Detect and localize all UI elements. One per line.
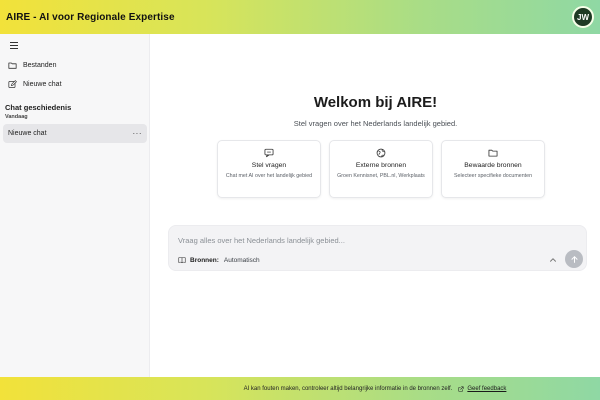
chat-bubble-icon — [264, 148, 274, 158]
card-stel-vragen[interactable]: Stel vragen Chat met AI over het landeli… — [217, 140, 321, 198]
chat-composer: Bronnen: Automatisch — [168, 225, 587, 271]
card-description: Selecteer specifieke documenten — [453, 173, 533, 179]
book-icon — [178, 257, 186, 264]
sidebar: Bestanden Nieuwe chat Chat geschiedenis … — [0, 34, 150, 377]
card-title: Bewaarde bronnen — [464, 162, 522, 169]
feedback-link[interactable]: Geef feedback — [458, 386, 506, 392]
globe-icon — [376, 148, 386, 158]
chat-input[interactable] — [178, 233, 548, 247]
chevron-up-icon[interactable] — [548, 255, 558, 265]
feedback-label: Geef feedback — [467, 385, 507, 392]
sidebar-item-label: Bestanden — [23, 62, 57, 69]
user-avatar[interactable]: JW — [572, 6, 594, 28]
send-button[interactable] — [565, 250, 583, 268]
sidebar-item-bestanden[interactable]: Bestanden — [8, 61, 56, 70]
sidebar-item-label: Nieuwe chat — [23, 81, 62, 88]
app-title: AIRE - AI voor Regionale Expertise — [6, 11, 175, 23]
ai-disclaimer: AI kan fouten maken, controleer altijd b… — [243, 385, 453, 392]
arrow-up-icon — [570, 255, 578, 263]
folder-icon — [8, 62, 17, 69]
card-bewaarde-bronnen[interactable]: Bewaarde bronnen Selecteer specifieke do… — [441, 140, 545, 198]
card-description: Chat met AI over het landelijk gebied — [225, 173, 313, 179]
edit-icon — [8, 80, 17, 88]
footer-bar: AI kan fouten maken, controleer altijd b… — [0, 377, 600, 400]
hamburger-icon[interactable] — [8, 38, 22, 52]
sidebar-item-new-chat[interactable]: Nieuwe chat — [8, 80, 62, 89]
main-area: Welkom bij AIRE! Stel vragen over het Ne… — [151, 34, 600, 377]
sources-label: Bronnen: — [190, 256, 219, 264]
card-title: Externe bronnen — [355, 162, 407, 169]
top-bar: AIRE - AI voor Regionale Expertise JW — [0, 0, 600, 34]
chat-history-title: Chat geschiedenis — [5, 103, 72, 112]
sources-value: Automatisch — [223, 256, 260, 264]
welcome-subtitle: Stel vragen over het Nederlands landelij… — [293, 119, 458, 128]
chat-list-item[interactable]: Nieuwe chat ··· — [3, 124, 147, 143]
more-options-icon[interactable]: ··· — [133, 129, 143, 138]
sources-selector[interactable]: Bronnen: Automatisch — [178, 256, 260, 264]
card-externe-bronnen[interactable]: Externe bronnen Groen Kennisnet, PBL.nl,… — [329, 140, 433, 198]
external-link-icon — [458, 385, 464, 392]
card-description: Groen Kennisnet, PBL.nl, Werkplaats — [337, 173, 425, 179]
folder-icon — [488, 149, 498, 157]
history-group-today: Vandaag — [5, 114, 28, 120]
feature-cards: Stel vragen Chat met AI over het landeli… — [217, 140, 545, 198]
card-title: Stel vragen — [251, 162, 287, 169]
welcome-title: Welkom bij AIRE! — [313, 94, 438, 111]
chat-item-label: Nieuwe chat — [8, 130, 47, 137]
